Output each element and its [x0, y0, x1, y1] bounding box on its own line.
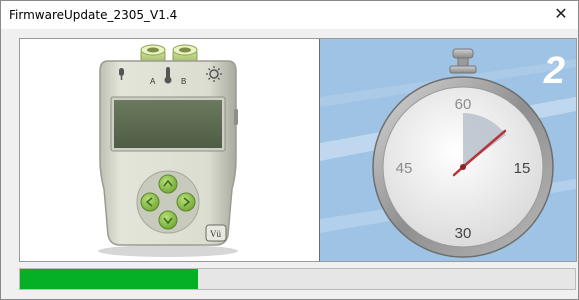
port-a-label: A	[150, 77, 156, 86]
button-up	[158, 174, 178, 194]
title-bar: FirmwareUpdate_2305_V1.4 ✕	[1, 1, 578, 29]
dial-label-60: 60	[455, 96, 472, 113]
close-icon[interactable]: ✕	[550, 4, 572, 26]
device-illustration: A B Vü	[98, 44, 238, 257]
device-illustration-area: A B Vü	[20, 39, 319, 261]
port-b-label: B	[181, 77, 186, 86]
window-title: FirmwareUpdate_2305_V1.4	[9, 8, 178, 22]
dial-label-15: 15	[514, 160, 531, 177]
dial-label-45: 45	[396, 160, 413, 177]
progress-fill	[20, 269, 198, 289]
device-screen	[114, 100, 222, 148]
firmware-update-window: FirmwareUpdate_2305_V1.4 ✕ A B Vü 2 60 1…	[0, 0, 579, 300]
side-button	[234, 109, 238, 125]
step-number: 2	[543, 50, 565, 92]
button-left	[140, 192, 160, 212]
illustration-panel: A B Vü 2 60 15 30 45	[19, 38, 577, 262]
timer-illustration-area: 2 60 15 30 45	[320, 39, 576, 261]
stopwatch-illustration: 2 60 15 30 45	[320, 48, 576, 258]
device-logo: Vü	[210, 229, 221, 239]
button-down	[158, 210, 178, 230]
dial-label-30: 30	[455, 225, 472, 242]
update-progress-bar	[19, 268, 576, 290]
stopwatch-pivot	[460, 164, 466, 170]
button-right	[176, 192, 196, 212]
device-shadow	[98, 245, 238, 257]
stopwatch-crown	[449, 48, 477, 74]
